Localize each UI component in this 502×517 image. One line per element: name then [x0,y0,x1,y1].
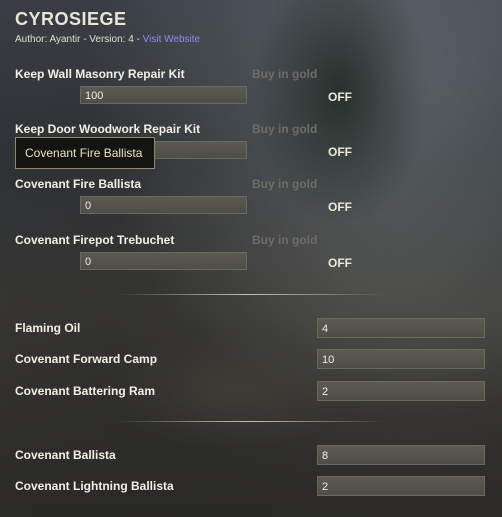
firepot-trebuchet-toggle[interactable]: OFF [328,256,352,270]
setting-label-forward-camp: Covenant Forward Camp [15,352,158,366]
setting-label-wall-repair-kit: Keep Wall Masonry Repair Kit [15,67,185,81]
buy-in-gold-label: Buy in gold [252,67,318,81]
flaming-oil-input[interactable]: 4 [317,318,485,338]
visit-website-link[interactable]: Visit Website [143,34,200,45]
section-divider [115,421,385,422]
wall-repair-kit-input[interactable]: 100 [80,86,247,104]
setting-label-flaming-oil: Flaming Oil [15,321,81,335]
wall-repair-kit-toggle[interactable]: OFF [328,90,352,104]
setting-label-door-repair-kit: Keep Door Woodwork Repair Kit [15,122,201,136]
firepot-trebuchet-input[interactable]: 0 [80,252,247,270]
buy-in-gold-label: Buy in gold [252,122,318,136]
setting-label-firepot-trebuchet: Covenant Firepot Trebuchet [15,233,175,247]
buy-in-gold-label: Buy in gold [252,233,318,247]
fire-ballista-input[interactable]: 0 [80,196,247,214]
battering-ram-input[interactable]: 2 [317,381,485,401]
setting-label-fire-ballista: Covenant Fire Ballista [15,177,142,191]
forward-camp-input[interactable]: 10 [317,349,485,369]
addon-title: CYROSIEGE [15,9,127,29]
lightning-ballista-input[interactable]: 2 [317,476,485,496]
fire-ballista-toggle[interactable]: OFF [328,200,352,214]
setting-label-lightning-ballista: Covenant Lightning Ballista [15,479,174,493]
door-repair-kit-toggle[interactable]: OFF [328,145,352,159]
setting-label-ballista: Covenant Ballista [15,448,116,462]
addon-author-line: Author: Ayantir - Version: 4 - Visit Web… [15,34,200,45]
background-tree [250,0,430,230]
section-divider [115,294,385,295]
setting-label-battering-ram: Covenant Battering Ram [15,384,156,398]
tooltip: Covenant Fire Ballista [15,137,155,169]
author-text: Author: Ayantir - Version: 4 - [15,34,143,45]
ballista-input[interactable]: 8 [317,445,485,465]
buy-in-gold-label: Buy in gold [252,177,318,191]
